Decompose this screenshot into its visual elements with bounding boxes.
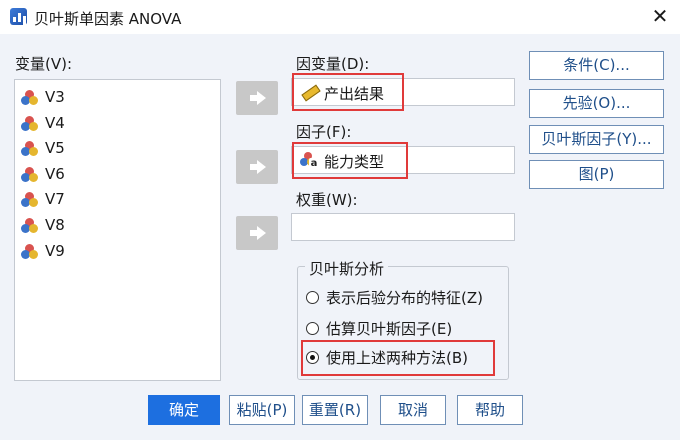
analysis-group-title: 贝叶斯分析 — [305, 258, 389, 279]
scale-variable-icon — [21, 90, 39, 106]
scale-variable-icon — [21, 116, 39, 132]
factor-highlight: a 能力类型 — [292, 142, 408, 179]
scale-variable-icon — [21, 218, 39, 234]
move-to-dependent-button[interactable] — [236, 81, 278, 115]
conditions-button[interactable]: 条件(C)... — [529, 51, 664, 80]
app-icon — [10, 8, 27, 25]
ok-button[interactable]: 确定 — [148, 395, 220, 425]
factor-label: 因子(F): — [296, 123, 352, 141]
scale-variable-icon — [21, 192, 39, 208]
move-to-factor-button[interactable] — [236, 150, 278, 184]
scale-variable-icon — [21, 141, 39, 157]
bayes-factor-button[interactable]: 贝叶斯因子(Y)... — [529, 125, 664, 154]
radio-button[interactable] — [306, 322, 319, 335]
close-icon[interactable]: ✕ — [646, 2, 674, 30]
scale-variable-icon — [21, 167, 39, 183]
plots-button[interactable]: 图(P) — [529, 160, 664, 189]
move-to-weight-button[interactable] — [236, 216, 278, 250]
paste-button[interactable]: 粘贴(P) — [229, 395, 295, 425]
radio-button[interactable] — [306, 291, 319, 304]
dependent-highlight: 产出结果 — [292, 73, 404, 111]
weight-label: 权重(W): — [296, 191, 358, 209]
help-button[interactable]: 帮助 — [457, 395, 523, 425]
scale-ruler-icon — [300, 83, 321, 102]
variables-label: 变量(V): — [15, 55, 73, 73]
window-title: 贝叶斯单因素 ANOVA — [34, 10, 182, 28]
dependent-label: 因变量(D): — [296, 55, 370, 73]
nominal-variable-icon: a — [300, 152, 319, 170]
scale-variable-icon — [21, 244, 39, 260]
cancel-button[interactable]: 取消 — [380, 395, 446, 425]
reset-button[interactable]: 重置(R) — [302, 395, 368, 425]
both-methods-highlight — [301, 340, 495, 376]
anova-dialog: 贝叶斯单因素 ANOVA ✕ 变量(V): V3 V4 V5 V6 V7 V8 — [0, 0, 680, 440]
priors-button[interactable]: 先验(O)... — [529, 89, 664, 118]
title-bar: 贝叶斯单因素 ANOVA ✕ — [0, 0, 680, 34]
weight-field[interactable] — [291, 213, 515, 241]
variables-list[interactable]: V3 V4 V5 V6 V7 V8 V9 — [14, 79, 221, 381]
dependent-value: 产出结果 — [324, 85, 385, 103]
factor-value: 能力类型 — [324, 153, 385, 171]
